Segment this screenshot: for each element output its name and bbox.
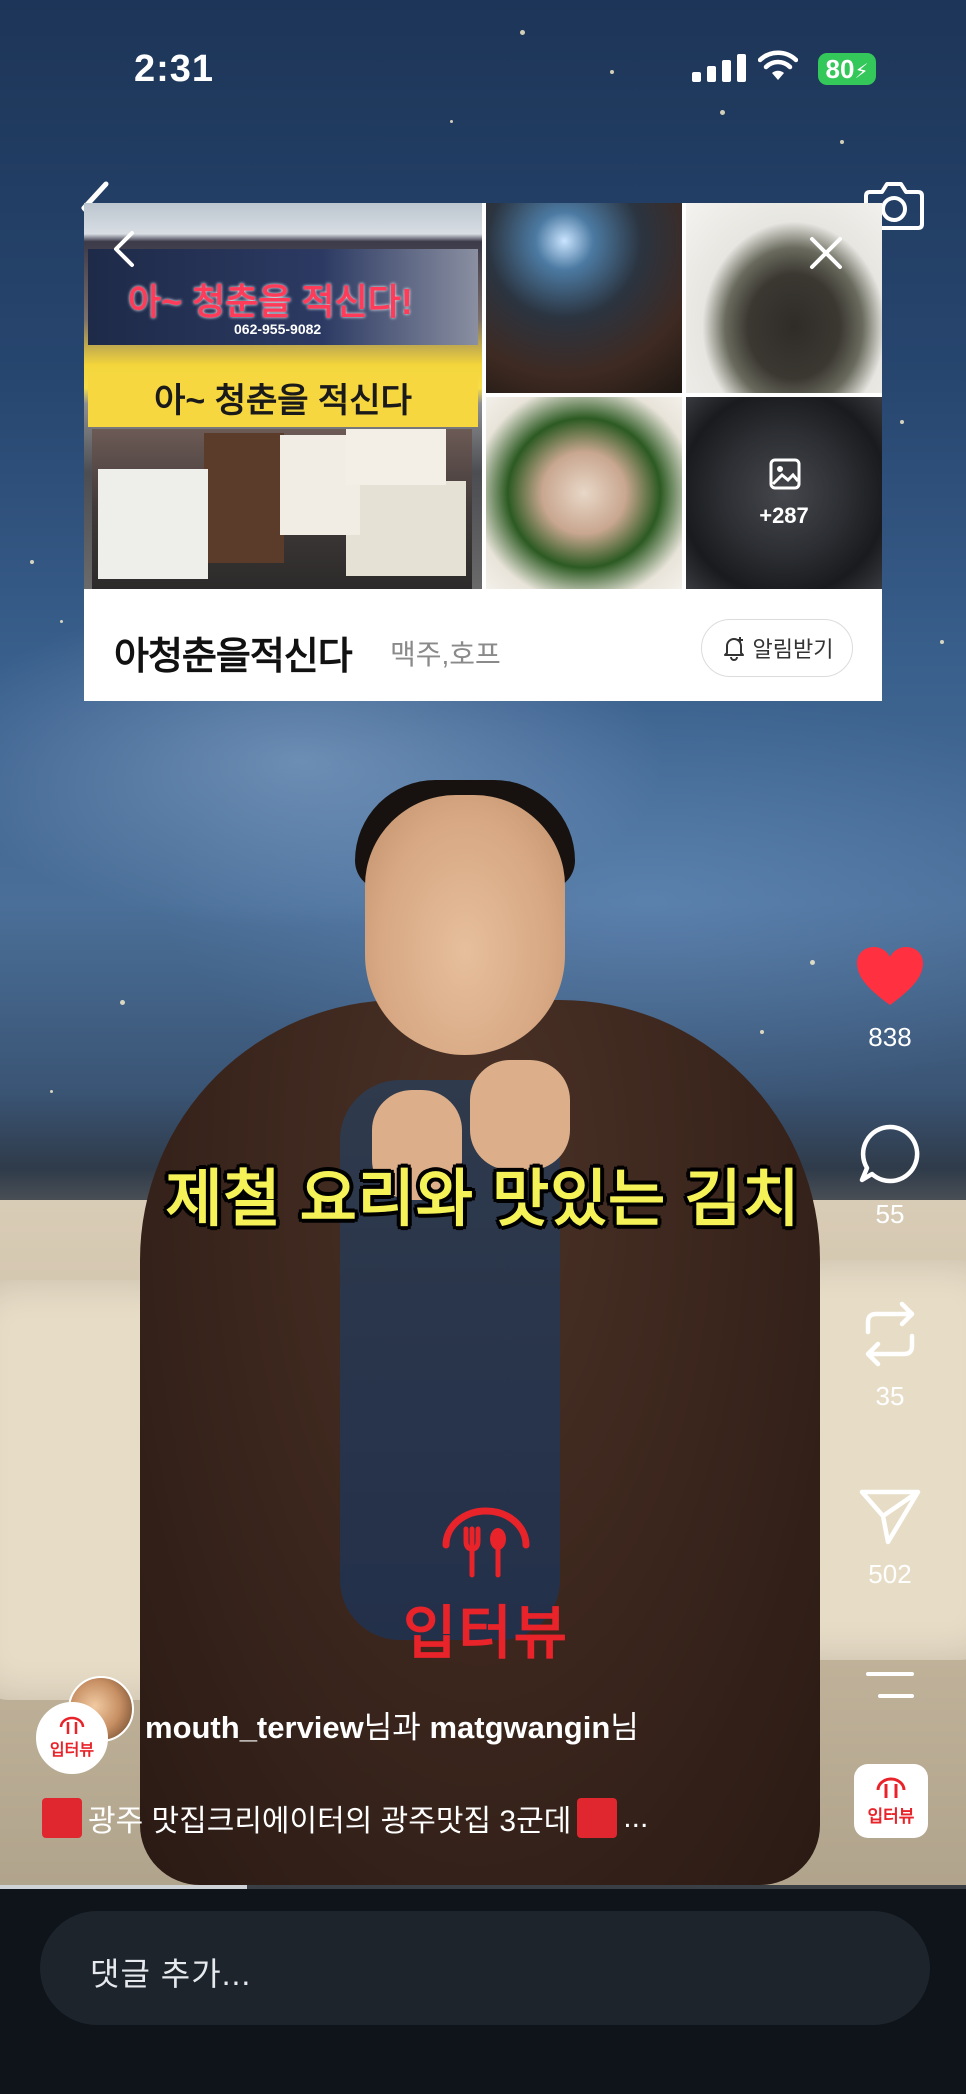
caption-text: 광주 맛집크리에이터의 광주맛집 3군데 (88, 1805, 572, 1838)
bell-plus-icon (723, 637, 744, 661)
collaborator-username[interactable]: matgwangin (429, 1710, 610, 1745)
notify-label: 알림받기 (752, 637, 834, 662)
place-card[interactable]: 아~ 청춘을 적신다! 062-955-9082 아~ 청춘을 적신다 +287… (84, 203, 882, 701)
sign-banner: 아~ 청춘을 적신다 (88, 375, 478, 427)
avatar-label: 입터뷰 (49, 1742, 95, 1759)
like-count: 838 (868, 1022, 912, 1052)
place-category: 맥주,호프 (390, 639, 501, 670)
fork-spoon-logo-icon (876, 1777, 906, 1798)
notify-button[interactable]: 알림받기 (701, 619, 853, 677)
cellular-signal-icon (692, 54, 746, 82)
fork-spoon-logo-icon (59, 1716, 85, 1734)
creator-username[interactable]: mouth_terview (145, 1710, 364, 1745)
wifi-icon (758, 50, 798, 80)
place-photo-interior[interactable] (486, 203, 682, 393)
more-photos-count: +287 (759, 503, 809, 528)
caption-more[interactable]: ... (623, 1801, 648, 1835)
charging-icon: ⚡ (854, 61, 869, 83)
close-icon[interactable] (806, 233, 846, 273)
comment-bar: 댓글 추가... (0, 1889, 966, 2094)
share-count: 502 (868, 1559, 912, 1589)
comment-bubble-icon (859, 1124, 920, 1184)
repost-button[interactable]: 35 (846, 1300, 934, 1412)
fork-spoon-logo-icon (442, 1507, 530, 1578)
watermark-logo: 입터뷰 (396, 1505, 576, 1670)
audio-badge[interactable]: 입터뷰 (854, 1764, 928, 1838)
place-photo-dish[interactable] (686, 203, 882, 393)
like-button[interactable]: 838 (846, 945, 934, 1053)
card-back-chevron-icon[interactable] (110, 229, 140, 269)
place-photo-salad[interactable] (486, 397, 682, 589)
collab-credit[interactable]: mouth_terview님과 matgwangin님 (145, 1702, 639, 1747)
sign-text: 아~ 청춘을 적신다! (128, 281, 413, 322)
place-name[interactable]: 아청춘을적신다 (114, 625, 353, 680)
place-info: 아청춘을적신다 맥주,호프 알림받기 (84, 589, 882, 701)
red-square-emoji (42, 1798, 82, 1838)
red-square-emoji (577, 1798, 618, 1838)
more-options-icon[interactable] (866, 1670, 914, 1700)
comment-button[interactable]: 55 (846, 1122, 934, 1230)
share-button[interactable]: 502 (846, 1486, 934, 1590)
comment-placeholder: 댓글 추가... (90, 1956, 252, 1992)
status-bar: 2:31 80⚡ (0, 0, 966, 140)
repost-icon (865, 1301, 915, 1367)
repost-count: 35 (875, 1381, 905, 1411)
caption[interactable]: 광주 맛집크리에이터의 광주맛집 3군데 ... (42, 1796, 648, 1840)
creator-avatar[interactable]: 입터뷰 (36, 1702, 108, 1774)
comment-count: 55 (875, 1199, 905, 1229)
sign-phone: 062-955-9082 (234, 321, 322, 337)
watermark-text: 입터뷰 (402, 1601, 570, 1666)
send-icon (859, 1489, 921, 1545)
audio-badge-label: 입터뷰 (867, 1806, 915, 1826)
comment-input[interactable]: 댓글 추가... (40, 1911, 930, 2025)
creator-avatars[interactable]: 입터뷰 (36, 1676, 136, 1774)
heart-icon (857, 947, 923, 1005)
video-subtitle: 제철 요리와 맛있는 김치 (165, 1165, 801, 1234)
clock: 2:31 (134, 48, 215, 90)
battery-indicator: 80⚡ (818, 53, 876, 85)
more-photos-overlay[interactable] (686, 397, 882, 589)
gallery-icon (769, 458, 801, 490)
